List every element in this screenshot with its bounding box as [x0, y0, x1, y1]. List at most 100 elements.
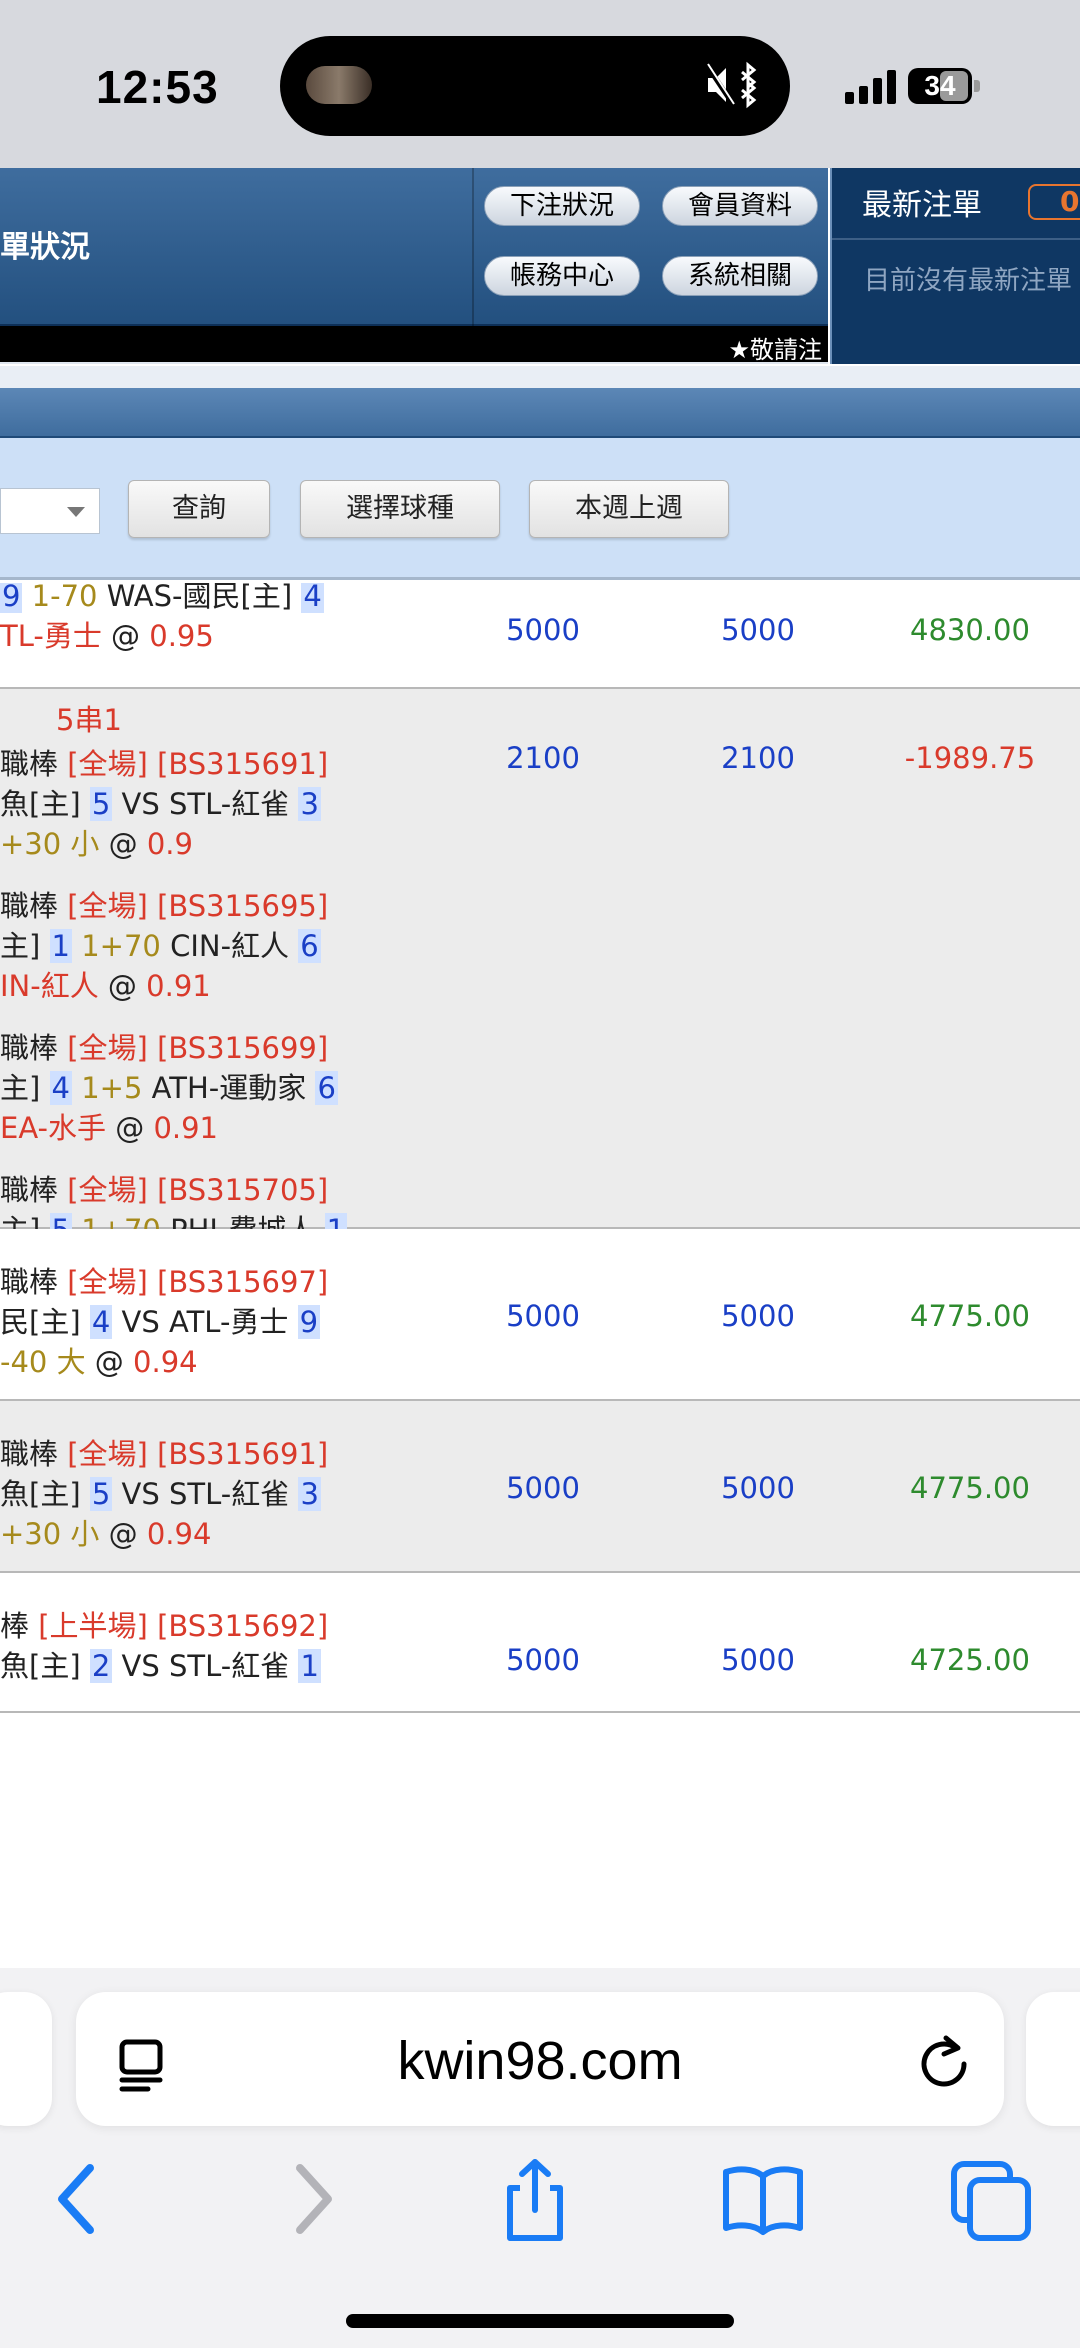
bookmarks-icon[interactable] [718, 2154, 808, 2244]
score: 2 [89, 1649, 113, 1683]
handicap: +30 小 [0, 827, 100, 861]
date-select[interactable] [0, 488, 100, 534]
previous-tab-preview[interactable] [0, 1992, 52, 2126]
section-bar [0, 388, 1080, 438]
marquee-text: ★敬請注 [728, 336, 822, 364]
latest-orders-title: 最新注單 [862, 188, 982, 223]
valid-amount: 5000 [721, 1299, 795, 1333]
score: 5 [89, 787, 113, 821]
valid-amount: 5000 [721, 613, 795, 647]
bet-detail-line: TL-勇士 @ 0.95 [0, 613, 214, 655]
next-tab-preview[interactable] [1026, 1992, 1080, 2126]
dropdown-arrow-icon [67, 507, 85, 517]
bet-detail-line: 職棒 [全場] [BS315705] [0, 1167, 328, 1209]
muted-bell-icon [704, 61, 757, 109]
bet-text: @ [99, 1517, 147, 1551]
bet-detail-line: 職棒 [全場] [BS315691] [0, 741, 328, 783]
bet-text: 職棒 [0, 1265, 68, 1299]
bet-detail-line: 主] 1 1+70 CIN-紅人 6 [0, 923, 321, 965]
header-divider [472, 168, 474, 326]
bet-text: @ [85, 1345, 134, 1379]
score: 6 [298, 929, 321, 963]
score: 3 [298, 787, 321, 821]
bet-status-button[interactable]: 下注狀況 [484, 186, 640, 226]
bet-amount: 2100 [506, 741, 580, 775]
bet-text: 職棒 [0, 1173, 68, 1207]
status-time: 12:53 [96, 61, 219, 113]
handicap: 1+5 [81, 1071, 143, 1105]
score: 4 [49, 1071, 72, 1105]
bet-detail-line: 魚[主] 5 VS STL-紅雀 3 [0, 781, 321, 823]
bet-highlight: [全場] [BS315699] [67, 1031, 329, 1065]
bet-detail-line: 主] 4 1+5 ATH-運動家 6 [0, 1065, 338, 1107]
bet-highlight: TL-勇士 [0, 619, 102, 653]
tabs-icon[interactable] [946, 2154, 1036, 2244]
back-icon[interactable] [34, 2154, 124, 2244]
week-toggle-button[interactable]: 本週上週 [529, 480, 729, 538]
bet-text: 民[主] [0, 1305, 90, 1339]
member-info-button[interactable]: 會員資料 [662, 186, 818, 226]
bet-detail-line: 9 1-70 WAS-國民[主] 4 [0, 583, 324, 615]
choose-sport-button[interactable]: 選擇球種 [300, 480, 500, 538]
system-button[interactable]: 系統相關 [662, 256, 818, 296]
bet-text: VS STL-紅雀 [112, 787, 299, 821]
bet-text: 職棒 [0, 747, 68, 781]
bet-text [72, 1071, 81, 1105]
bet-text: WAS-國民[主] [97, 583, 302, 613]
announcement-marquee: ★敬請注 [0, 326, 828, 364]
bet-amount: 5000 [506, 1299, 580, 1333]
bet-text: VS STL-紅雀 [112, 1477, 299, 1511]
url-text: kwin98.com [397, 2031, 683, 2091]
browser-toolbar: kwin98.com [0, 1968, 1080, 2348]
reload-icon[interactable] [914, 2032, 974, 2092]
bet-highlight: [全場] [BS315705] [67, 1173, 329, 1207]
bet-detail-line: 棒 [上半場] [BS315692] [0, 1603, 328, 1645]
score: 9 [297, 1305, 321, 1339]
handicap: +30 小 [0, 1517, 100, 1551]
bet-highlight: 0.94 [146, 1517, 212, 1551]
bet-row: 棒 [上半場] [BS315692] 魚[主] 2 VS STL-紅雀 1 5000… [0, 1573, 1080, 1713]
handicap: 1-70 [31, 583, 98, 613]
bet-highlight: [全場] [BS315695] [67, 889, 329, 923]
home-indicator[interactable] [346, 2314, 734, 2328]
bet-text: 職棒 [0, 1031, 68, 1065]
bet-text: ATH-運動家 [142, 1071, 316, 1105]
query-button[interactable]: 查詢 [128, 480, 270, 538]
handicap: -40 大 [0, 1345, 86, 1379]
bet-text: VS ATL-勇士 [112, 1305, 298, 1339]
bet-highlight: [全場] [BS315691] [67, 1437, 329, 1471]
bet-text: @ [98, 969, 147, 1003]
bet-text: 魚[主] [0, 1477, 90, 1511]
bet-detail-line: 民[主] 4 VS ATL-勇士 9 [0, 1299, 321, 1341]
bet-row: 職棒 [全場] [BS315697] 民[主] 4 VS ATL-勇士 9 -40 … [0, 1229, 1080, 1401]
score: 9 [0, 583, 23, 613]
bet-text: VS STL-紅雀 [112, 1649, 299, 1683]
share-icon[interactable] [490, 2154, 580, 2244]
panel-divider [832, 238, 1080, 240]
bet-detail-line: 職棒 [全場] [BS315697] [0, 1259, 328, 1301]
bet-detail-line: 職棒 [全場] [BS315691] [0, 1431, 328, 1473]
bet-list: 9 1-70 WAS-國民[主] 4 TL-勇士 @ 0.95 5000 5000 48… [0, 583, 1080, 1968]
bet-text: 魚[主] [0, 1649, 90, 1683]
bet-row: 5串1 職棒 [全場] [BS315691] 魚[主] 5 VS STL-紅雀 3 +… [0, 689, 1080, 1429]
filter-toolbar: 查詢 選擇球種 本週上週 [0, 438, 1080, 580]
result-amount: 4830.00 [910, 613, 1030, 647]
bet-detail-line: 職棒 [全場] [BS315699] [0, 1025, 328, 1067]
site-header: 單狀況 下注狀況 會員資料 帳務中心 系統相關 [0, 168, 828, 326]
bet-detail-line: +30 小 @ 0.94 [0, 1511, 211, 1553]
score: 1 [298, 1649, 321, 1683]
valid-amount: 2100 [721, 741, 795, 775]
address-bar[interactable]: kwin98.com [76, 1992, 1004, 2126]
account-center-button[interactable]: 帳務中心 [484, 256, 640, 296]
bet-text: 職棒 [0, 1437, 68, 1471]
bet-detail-line: -40 大 @ 0.94 [0, 1339, 198, 1381]
bet-detail-line: EA-水手 @ 0.91 [0, 1105, 218, 1147]
bet-row: 職棒 [全場] [BS315691] 魚[主] 5 VS STL-紅雀 3 +30 … [0, 1401, 1080, 1573]
battery-level: 34 [924, 70, 956, 101]
battery-icon: 34 [908, 68, 972, 104]
bet-highlight: 0.94 [133, 1345, 198, 1379]
forward-icon[interactable] [266, 2154, 356, 2244]
result-amount: 4725.00 [910, 1643, 1030, 1677]
latest-orders-panel: 最新注單 0 目前沒有最新注單 [830, 168, 1080, 364]
bet-highlight: IN-紅人 [0, 969, 99, 1003]
